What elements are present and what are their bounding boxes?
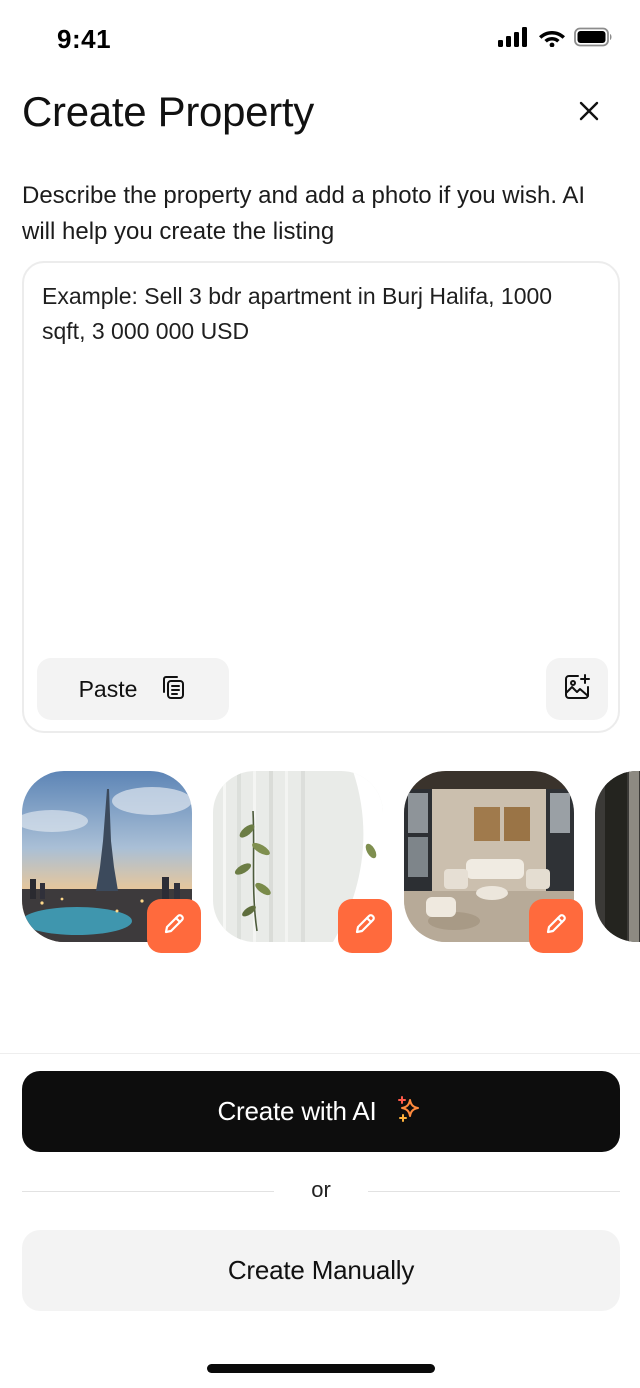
image-add-icon <box>562 672 592 707</box>
add-image-button[interactable] <box>546 658 608 720</box>
create-manually-button[interactable]: Create Manually <box>22 1230 620 1311</box>
footer-divider <box>0 1053 640 1054</box>
edit-photo-button[interactable] <box>338 899 392 953</box>
wifi-icon <box>538 27 566 52</box>
status-time: 9:41 <box>57 24 112 54</box>
create-manually-label: Create Manually <box>227 1255 415 1285</box>
battery-icon <box>574 27 614 52</box>
photo-strip <box>22 771 640 956</box>
page-title: Create Property <box>22 88 314 135</box>
status-bar: 9:41 <box>0 0 640 80</box>
edit-photo-button[interactable] <box>529 899 583 953</box>
or-text: or <box>311 1177 331 1202</box>
pencil-icon <box>352 911 378 942</box>
property-photo[interactable] <box>595 771 640 942</box>
description-card: Paste <box>22 261 620 733</box>
close-icon <box>578 100 600 127</box>
sparkles-icon <box>395 1094 425 1129</box>
create-with-ai-label: Create with AI <box>217 1096 377 1126</box>
paste-button[interactable]: Paste <box>37 658 229 720</box>
description-input[interactable] <box>42 279 592 649</box>
copy-icon <box>159 673 187 706</box>
dark-interior-image <box>595 771 640 942</box>
create-with-ai-button[interactable]: Create with AI <box>22 1071 620 1152</box>
or-separator: or <box>22 1172 620 1210</box>
pencil-icon <box>543 911 569 942</box>
status-icons <box>498 26 614 52</box>
close-button[interactable] <box>570 94 608 132</box>
paste-button-label: Paste <box>78 675 138 702</box>
pencil-icon <box>161 911 187 942</box>
cellular-signal-icon <box>498 26 530 52</box>
home-indicator <box>207 1364 435 1373</box>
edit-photo-button[interactable] <box>147 899 201 953</box>
separator-line <box>368 1191 620 1192</box>
page-subtitle: Describe the property and add a photo if… <box>22 182 586 245</box>
